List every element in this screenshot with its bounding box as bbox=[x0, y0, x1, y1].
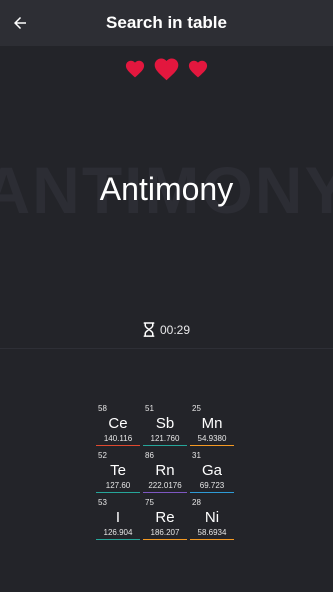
atomic-mass: 140.116 bbox=[103, 434, 133, 443]
atomic-mass: 222.0176 bbox=[148, 481, 182, 490]
back-button[interactable] bbox=[6, 9, 34, 37]
element-symbol: Re bbox=[155, 509, 175, 526]
timer-value: 00:29 bbox=[159, 322, 191, 337]
category-color-bar bbox=[143, 445, 187, 446]
element-tile[interactable]: 51 Sb 121.760 bbox=[143, 402, 187, 446]
timer: 00:29 bbox=[0, 322, 333, 337]
arrow-left-icon bbox=[14, 17, 26, 29]
category-color-bar bbox=[190, 539, 234, 540]
atomic-mass: 58.6934 bbox=[197, 528, 227, 537]
atomic-number: 25 bbox=[192, 404, 201, 413]
atomic-number: 31 bbox=[192, 451, 201, 460]
page-title: Search in table bbox=[106, 13, 227, 32]
atomic-number: 86 bbox=[145, 451, 154, 460]
atomic-number: 51 bbox=[145, 404, 154, 413]
app-bar: Search in table bbox=[0, 0, 333, 46]
heart-icon bbox=[188, 60, 208, 78]
atomic-number: 58 bbox=[98, 404, 107, 413]
atomic-number: 53 bbox=[98, 498, 107, 507]
element-name: Antimony bbox=[99, 171, 234, 207]
element-symbol: Rn bbox=[155, 462, 175, 479]
element-symbol: Te bbox=[110, 462, 126, 479]
element-tile[interactable]: 75 Re 186.207 bbox=[143, 496, 187, 540]
element-tile[interactable]: 28 Ni 58.6934 bbox=[190, 496, 234, 540]
heart-icon bbox=[125, 60, 145, 78]
category-color-bar bbox=[143, 492, 187, 493]
atomic-mass: 126.904 bbox=[103, 528, 133, 537]
category-color-bar bbox=[96, 445, 140, 446]
atomic-mass: 127.60 bbox=[105, 481, 131, 490]
heart-icon bbox=[154, 58, 179, 81]
element-symbol: Sb bbox=[155, 415, 175, 432]
element-tile[interactable]: 53 I 126.904 bbox=[96, 496, 140, 540]
atomic-number: 28 bbox=[192, 498, 201, 507]
element-symbol: I bbox=[115, 509, 121, 526]
element-symbol: Ga bbox=[201, 462, 222, 479]
element-tile-grid: 58 Ce 140.116 51 Sb 121.760 25 Mn 54.9380 52 Te 127… bbox=[96, 402, 234, 540]
category-color-bar bbox=[96, 539, 140, 540]
atomic-mass: 69.723 bbox=[199, 481, 225, 490]
atomic-number: 75 bbox=[145, 498, 154, 507]
hourglass-icon bbox=[143, 322, 155, 337]
lives-indicator bbox=[0, 55, 333, 81]
atomic-mass: 54.9380 bbox=[197, 434, 227, 443]
atomic-mass: 121.760 bbox=[150, 434, 180, 443]
category-color-bar bbox=[96, 492, 140, 493]
element-tile[interactable]: 86 Rn 222.0176 bbox=[143, 449, 187, 493]
element-symbol: Ce bbox=[108, 415, 128, 432]
category-color-bar bbox=[143, 539, 187, 540]
element-tile[interactable]: 31 Ga 69.723 bbox=[190, 449, 234, 493]
element-symbol: Ni bbox=[204, 509, 220, 526]
element-tile[interactable]: 58 Ce 140.116 bbox=[96, 402, 140, 446]
element-tile[interactable]: 52 Te 127.60 bbox=[96, 449, 140, 493]
divider bbox=[0, 348, 333, 349]
element-tile[interactable]: 25 Mn 54.9380 bbox=[190, 402, 234, 446]
element-symbol: Mn bbox=[201, 415, 223, 432]
atomic-number: 52 bbox=[98, 451, 107, 460]
atomic-mass: 186.207 bbox=[150, 528, 180, 537]
category-color-bar bbox=[190, 445, 234, 446]
category-color-bar bbox=[190, 492, 234, 493]
